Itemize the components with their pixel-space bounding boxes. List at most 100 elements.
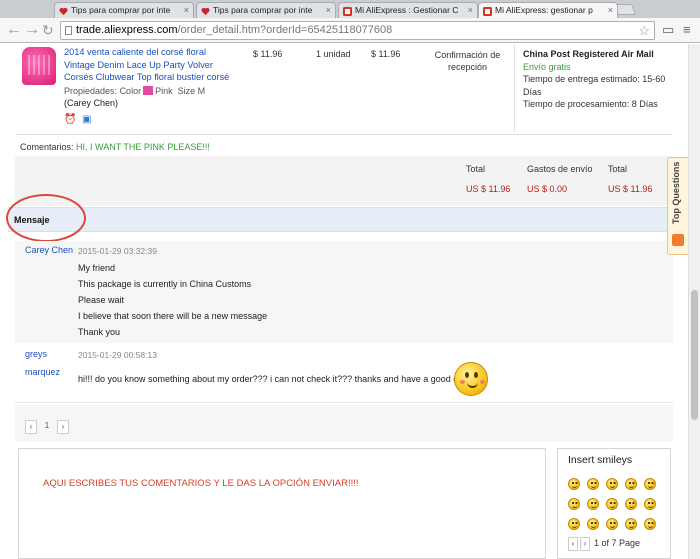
smiley-icon[interactable] [625,478,637,490]
message-time: 2015-01-29 00:58:13 [78,350,157,360]
tab-label: Tips para comprar por inte [213,5,313,15]
message-item: greys marquez 2015-01-29 00:58:13 hi!!! … [15,345,673,403]
browser-tab[interactable]: Tips para comprar por inte × [54,2,194,18]
current-page[interactable]: 1 [39,420,55,434]
divider [15,134,673,135]
smiley-icon[interactable] [625,518,637,530]
message-time: 2015-01-29 03:32:39 [78,246,157,256]
message-sender[interactable]: marquez [25,367,60,377]
close-tab-icon[interactable]: × [468,3,473,17]
close-tab-icon[interactable]: × [326,3,331,17]
prev-page-button[interactable]: ‹ [25,420,37,434]
smiley-icon[interactable] [568,518,580,530]
browser-tab[interactable]: Tips para comprar por inte × [196,2,336,18]
shipping-cost: Envío gratis [523,61,571,72]
totals-box: Total Gastos de envío Total US $ 11.96 U… [15,156,673,206]
smiley-panel: Insert smileys ‹ › 1 of 7 Page [557,448,671,559]
compose-placeholder: AQUI ESCRIBES TUS COMENTARIOS Y LE DAS L… [43,478,359,489]
smiley-icon[interactable] [587,478,599,490]
message-item: Carey Chen 2015-01-29 03:32:39 My friend… [15,241,673,343]
aliexpress-icon [483,6,492,16]
next-page-button[interactable]: › [57,420,69,434]
shipping-value: US $ 0.00 [527,184,568,194]
unit-price: $ 11.96 [253,49,283,59]
smiley-icon[interactable] [606,518,618,530]
top-questions-tab[interactable]: Top Questions [667,157,688,255]
comments-value: HI, I WANT THE PINK PLEASE!!! [76,142,210,152]
smiley-prev-button[interactable]: ‹ [568,537,578,551]
top-questions-label: Top Questions [671,161,681,224]
back-arrow-icon[interactable]: ← [6,22,22,38]
smiley-icon[interactable] [568,478,580,490]
smiley-icon[interactable] [644,518,656,530]
bookmark-star-icon[interactable]: ☆ [638,22,650,39]
smiley-icon[interactable] [625,498,637,510]
close-tab-icon[interactable]: × [184,3,189,17]
smiley-icon[interactable] [644,478,656,490]
aliexpress-icon [343,6,352,16]
order-comments: Comentarios: HI, I WANT THE PINK PLEASE!… [20,142,210,152]
tab-label: Mi AliExpress: gestionar p [495,5,593,15]
scrollbar-thumb[interactable] [691,290,698,420]
product-image[interactable] [22,47,56,85]
size-label: Size [177,86,196,96]
processing-time: Tiempo de procesamiento: 8 Días [523,98,673,111]
order-status: Confirmación de recepción [434,50,501,72]
smiley-icon[interactable] [587,518,599,530]
subtotal-header: Total [466,164,486,174]
total-header: Total [608,164,628,174]
smiley-icon[interactable] [644,498,656,510]
forward-arrow-icon[interactable]: → [24,22,40,38]
tab-label: Tips para comprar por inte [71,5,171,15]
column-divider [514,44,515,132]
address-bar[interactable]: trade.aliexpress.com/order_detail.htm?or… [60,21,655,40]
snapshot-icon[interactable]: ▣ [82,114,93,125]
message-sender[interactable]: Carey Chen [25,245,73,255]
page-content: 2014 venta caliente del corsé floral Vin… [0,44,688,559]
smiley-icon[interactable] [587,498,599,510]
messages-pager: ‹ 1 › [15,405,673,442]
smiley-icon[interactable] [606,478,618,490]
smiley-next-button[interactable]: › [580,537,590,551]
message-line: This package is currently in China Custo… [78,279,252,289]
cast-icon[interactable]: ▭ [662,22,674,38]
browser-tab-active[interactable]: Mi AliExpress: gestionar p × [478,2,618,18]
browser-toolbar: ← → ↻ trade.aliexpress.com/order_detail.… [0,18,700,43]
message-sender[interactable]: greys [25,349,47,359]
url-path: /order_detail.htm?orderId=65425118077608 [177,24,393,36]
heart-icon [59,6,68,16]
browser-tab[interactable]: Mi AliExpress : Gestionar C × [338,2,478,18]
shipping-header: Gastos de envío [527,164,593,174]
tab-label: Mi AliExpress : Gestionar C [355,5,459,15]
message-line: Please wait [78,295,125,305]
messages-header: Mensaje [8,207,673,232]
shipping-info: China Post Registered Air Mail Envío gra… [523,48,673,111]
color-value: Pink [155,86,173,96]
message-line: I believe that soon there will be a new … [78,311,268,321]
product-title-link[interactable]: 2014 venta caliente del corsé floral Vin… [64,46,239,84]
help-icon [672,234,684,246]
message-compose-textarea[interactable]: AQUI ESCRIBES TUS COMENTARIOS Y LE DAS L… [18,448,546,559]
delivery-time: Tiempo de entrega estimado: 15-60 Días [523,73,673,98]
browser-tab-strip: Tips para comprar por inte × Tips para c… [0,0,700,18]
smileys-title: Insert smileys [568,454,633,466]
url-host: trade.aliexpress.com [76,24,178,36]
annotation-circle [6,194,86,242]
message-line: My friend [78,263,116,273]
product-properties: Propiedades: Color Pink Size M [64,86,205,96]
clock-icon[interactable]: ⏰ [64,114,76,125]
reload-icon[interactable]: ↻ [42,22,54,38]
comments-label: Comentarios: [20,142,74,152]
smiley-emoticon-icon [454,362,488,396]
message-line: Thank you [78,327,121,337]
smiley-icon[interactable] [606,498,618,510]
processing-label: Tiempo de procesamiento: [523,99,630,109]
size-value: M [197,86,206,96]
color-swatch [143,86,154,95]
close-tab-icon[interactable]: × [608,3,613,17]
menu-icon[interactable]: ≡ [683,22,691,37]
buyer-name: (Carey Chen) [64,98,119,108]
color-label: Color [119,86,142,96]
smiley-icon[interactable] [568,498,580,510]
message-line: hi!!! do you know something about my ord… [78,374,476,384]
